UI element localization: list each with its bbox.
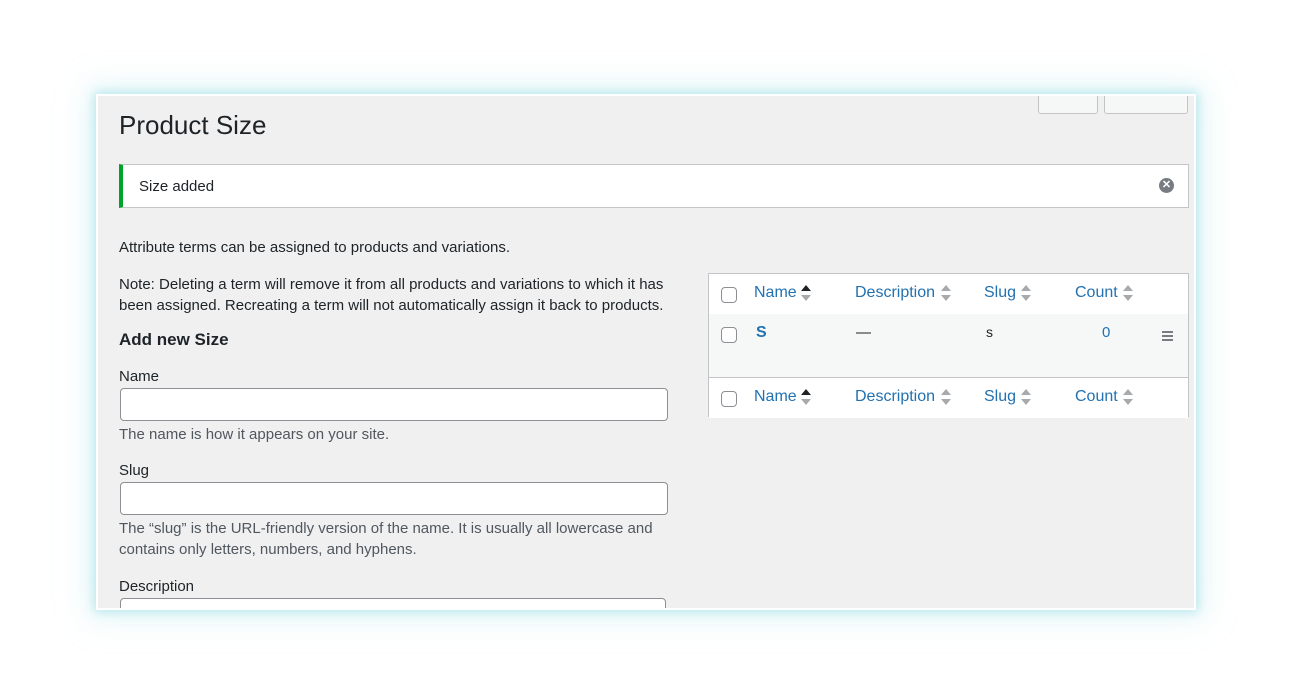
name-help: The name is how it appears on your site. bbox=[119, 426, 390, 443]
term-name-link[interactable]: S bbox=[756, 324, 767, 342]
column-header-slug[interactable]: Slug bbox=[984, 284, 1016, 302]
sort-arrows-icon[interactable] bbox=[1123, 285, 1133, 303]
select-all-checkbox[interactable] bbox=[721, 287, 737, 303]
table-header-row: Name Description Slug Count bbox=[709, 274, 1188, 315]
header-button-1[interactable] bbox=[1038, 96, 1098, 114]
select-all-checkbox-footer[interactable] bbox=[721, 391, 737, 407]
column-footer-description[interactable]: Description bbox=[855, 388, 935, 406]
slug-input[interactable] bbox=[120, 482, 668, 515]
description-textarea[interactable] bbox=[120, 598, 666, 608]
sort-arrows-icon[interactable] bbox=[801, 285, 811, 303]
term-count-link[interactable]: 0 bbox=[1102, 324, 1110, 341]
terms-table: Name Description Slug Count S — s 0 Name… bbox=[708, 273, 1189, 418]
success-notice: Size added ✕ bbox=[119, 164, 1189, 208]
term-description: — bbox=[856, 324, 871, 341]
slug-help: The “slug” is the URL-friendly version o… bbox=[119, 520, 653, 558]
sort-arrows-icon[interactable] bbox=[941, 285, 951, 303]
column-footer-name[interactable]: Name bbox=[754, 388, 797, 406]
name-input[interactable] bbox=[120, 388, 668, 421]
sort-arrows-icon[interactable] bbox=[941, 389, 951, 407]
sort-arrows-icon[interactable] bbox=[1021, 389, 1031, 407]
table-footer-row: Name Description Slug Count bbox=[709, 377, 1188, 418]
intro-text: Attribute terms can be assigned to produ… bbox=[119, 239, 511, 256]
term-slug: s bbox=[986, 324, 993, 340]
dismiss-icon[interactable]: ✕ bbox=[1159, 178, 1174, 193]
page-title: Product Size bbox=[119, 110, 267, 140]
row-checkbox[interactable] bbox=[721, 327, 737, 343]
note-text: Note: Deleting a term will remove it fro… bbox=[119, 276, 664, 314]
column-header-name[interactable]: Name bbox=[754, 284, 797, 302]
column-header-count[interactable]: Count bbox=[1075, 284, 1118, 302]
sort-arrows-icon[interactable] bbox=[1123, 389, 1133, 407]
column-header-description[interactable]: Description bbox=[855, 284, 935, 302]
drag-handle-icon[interactable] bbox=[1162, 331, 1173, 343]
slug-label: Slug bbox=[119, 462, 150, 479]
header-button-2[interactable] bbox=[1104, 96, 1188, 114]
notice-text: Size added bbox=[139, 177, 215, 195]
add-term-title: Add new Size bbox=[119, 330, 229, 349]
name-label: Name bbox=[119, 368, 160, 385]
column-footer-slug[interactable]: Slug bbox=[984, 388, 1016, 406]
table-row: S — s 0 bbox=[709, 314, 1188, 377]
description-label: Description bbox=[119, 578, 195, 595]
sort-arrows-icon[interactable] bbox=[801, 389, 811, 407]
column-footer-count[interactable]: Count bbox=[1075, 388, 1118, 406]
sort-arrows-icon[interactable] bbox=[1021, 285, 1031, 303]
attribute-terms-page: Product Size Size added ✕ Attribute term… bbox=[96, 94, 1196, 610]
